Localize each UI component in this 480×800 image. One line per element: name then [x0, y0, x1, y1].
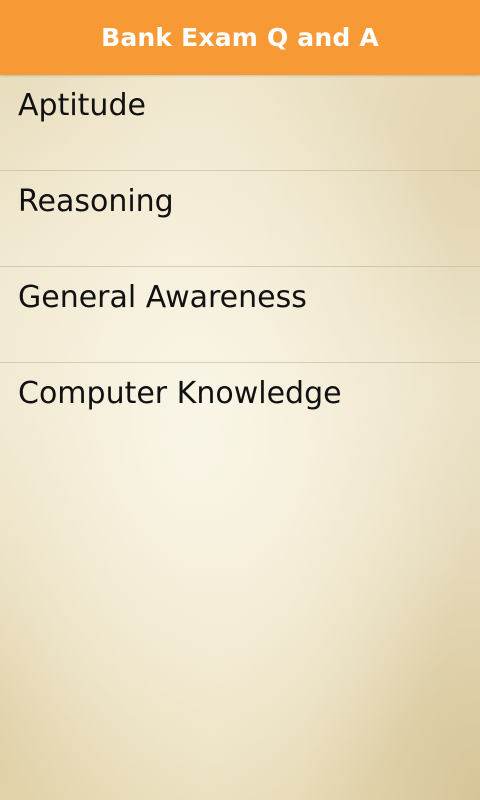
list-item-computer-knowledge[interactable]: Computer Knowledge: [0, 363, 480, 459]
list-item-label: Reasoning: [18, 184, 174, 219]
action-bar: Bank Exam Q and A: [0, 0, 480, 75]
list-item-reasoning[interactable]: Reasoning: [0, 171, 480, 267]
list-item-label: Aptitude: [18, 88, 146, 123]
category-list: Aptitude Reasoning General Awareness Com…: [0, 75, 480, 459]
list-item-aptitude[interactable]: Aptitude: [0, 75, 480, 171]
list-item-general-awareness[interactable]: General Awareness: [0, 267, 480, 363]
list-item-label: Computer Knowledge: [18, 376, 342, 411]
list-item-label: General Awareness: [18, 280, 307, 315]
app-title: Bank Exam Q and A: [101, 23, 379, 52]
